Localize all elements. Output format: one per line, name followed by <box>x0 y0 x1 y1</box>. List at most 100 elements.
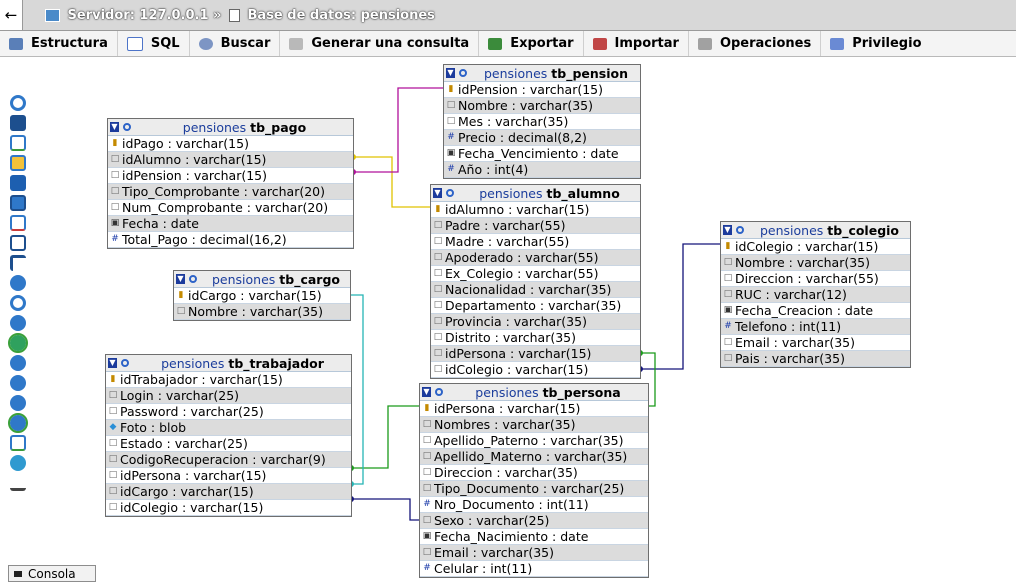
table-column-row[interactable]: ▮ idColegio : varchar(15) <box>721 239 910 255</box>
fullscreen-icon[interactable] <box>10 115 26 131</box>
table-header[interactable]: ▼ pensiones tb_trabajador <box>106 355 351 372</box>
table-column-row[interactable]: □ idColegio : varchar(15) <box>106 500 351 516</box>
table-column-row[interactable]: ▮ idCargo : varchar(15) <box>174 288 350 304</box>
toggle-columns-icon[interactable]: ▼ <box>422 387 431 397</box>
table-column-row[interactable]: □ Num_Comprobante : varchar(20) <box>108 200 353 216</box>
reload-icon[interactable] <box>10 275 26 291</box>
table-options-icon[interactable] <box>189 275 197 283</box>
table-column-row[interactable]: □ Email : varchar(35) <box>721 335 910 351</box>
pin-text-icon[interactable] <box>10 475 26 491</box>
table-tb_colegio[interactable]: ▼ pensiones tb_colegio ▮ idColegio : varc… <box>720 221 911 368</box>
table-column-row[interactable]: ▮ idTrabajador : varchar(15) <box>106 372 351 388</box>
table-column-row[interactable]: □ Nombre : varchar(35) <box>444 98 640 114</box>
table-column-row[interactable]: # Año : int(4) <box>444 162 640 178</box>
table-column-row[interactable]: □ Nombre : varchar(35) <box>721 255 910 271</box>
table-column-row[interactable]: # Precio : decimal(8,2) <box>444 130 640 146</box>
table-column-row[interactable]: □ Direccion : varchar(35) <box>420 465 648 481</box>
tab-import[interactable]: Importar <box>584 31 689 56</box>
back-arrow-icon[interactable]: ← <box>0 0 23 30</box>
toggle-relation-lines-icon[interactable] <box>8 413 28 433</box>
table-header[interactable]: ▼ pensiones tb_alumno <box>431 185 640 202</box>
table-column-row[interactable]: □ Login : varchar(25) <box>106 388 351 404</box>
export-schema-icon[interactable] <box>10 435 26 451</box>
save-as-icon[interactable] <box>10 195 26 211</box>
table-column-row[interactable]: ▣ Fecha_Nacimiento : date <box>420 529 648 545</box>
table-options-icon[interactable] <box>446 189 454 197</box>
table-column-row[interactable]: □ idColegio : varchar(15) <box>431 362 640 378</box>
table-column-row[interactable]: ▣ Fecha_Creacion : date <box>721 303 910 319</box>
table-column-row[interactable]: □ Departamento : varchar(35) <box>431 298 640 314</box>
table-column-row[interactable]: □ idAlumno : varchar(15) <box>108 152 353 168</box>
console-toggle[interactable]: Consola <box>8 565 96 582</box>
table-column-row[interactable]: □ Tipo_Comprobante : varchar(20) <box>108 184 353 200</box>
table-header[interactable]: ▼ pensiones tb_pago <box>108 119 353 136</box>
table-header[interactable]: ▼ pensiones tb_colegio <box>721 222 910 239</box>
table-column-row[interactable]: □ Password : varchar(25) <box>106 404 351 420</box>
table-tb_cargo[interactable]: ▼ pensiones tb_cargo ▮ idCargo : varchar(… <box>173 270 351 321</box>
toggle-columns-icon[interactable]: ▼ <box>108 358 117 368</box>
new-page-icon[interactable] <box>10 135 26 151</box>
table-column-row[interactable]: □ Direccion : varchar(55) <box>721 271 910 287</box>
table-tb_persona[interactable]: ▼ pensiones tb_persona ▮ idPersona : varc… <box>419 383 649 578</box>
help-icon[interactable] <box>10 295 26 311</box>
breadcrumb-server[interactable]: Servidor: 127.0.0.1 <box>68 8 209 23</box>
table-column-row[interactable]: # Nro_Documento : int(11) <box>420 497 648 513</box>
toggle-columns-icon[interactable]: ▼ <box>446 68 455 78</box>
table-column-row[interactable]: □ Mes : varchar(35) <box>444 114 640 130</box>
table-column-row[interactable]: □ Provincia : varchar(35) <box>431 314 640 330</box>
table-column-row[interactable]: # Celular : int(11) <box>420 561 648 577</box>
table-column-row[interactable]: ▮ idPago : varchar(15) <box>108 136 353 152</box>
delete-page-icon[interactable] <box>10 215 26 231</box>
table-column-row[interactable]: □ Distrito : varchar(35) <box>431 330 640 346</box>
tab-export[interactable]: Exportar <box>479 31 584 56</box>
table-column-row[interactable]: □ RUC : varchar(12) <box>721 287 910 303</box>
tab-search[interactable]: Buscar <box>190 31 281 56</box>
toggle-columns-icon[interactable]: ▼ <box>176 274 185 284</box>
table-column-row[interactable]: □ Padre : varchar(55) <box>431 218 640 234</box>
table-list-icon[interactable] <box>10 235 26 251</box>
table-column-row[interactable]: □ Email : varchar(35) <box>420 545 648 561</box>
edit-page-icon[interactable] <box>10 155 26 171</box>
toggle-columns-icon[interactable]: ▼ <box>110 122 119 132</box>
table-column-row[interactable]: # Telefono : int(11) <box>721 319 910 335</box>
table-options-icon[interactable] <box>121 359 129 367</box>
toggle-small-big-icon[interactable] <box>10 375 26 391</box>
table-column-row[interactable]: □ idPension : varchar(15) <box>108 168 353 184</box>
table-column-row[interactable]: ▣ Fecha_Vencimiento : date <box>444 146 640 162</box>
table-options-icon[interactable] <box>736 226 744 234</box>
table-column-row[interactable]: □ Ex_Colegio : varchar(55) <box>431 266 640 282</box>
table-column-row[interactable]: ▮ idPersona : varchar(15) <box>420 401 648 417</box>
table-column-row[interactable]: □ idPersona : varchar(15) <box>106 468 351 484</box>
tab-structure[interactable]: Estructura <box>0 31 118 56</box>
table-column-row[interactable]: □ Apoderado : varchar(55) <box>431 250 640 266</box>
table-column-row[interactable]: □ idPersona : varchar(15) <box>431 346 640 362</box>
table-options-icon[interactable] <box>459 69 467 77</box>
table-header[interactable]: ▼ pensiones tb_pension <box>444 65 640 82</box>
table-header[interactable]: ▼ pensiones tb_cargo <box>174 271 350 288</box>
table-column-row[interactable]: □ Apellido_Materno : varchar(35) <box>420 449 648 465</box>
table-column-row[interactable]: ▮ idAlumno : varchar(15) <box>431 202 640 218</box>
table-column-row[interactable]: □ Apellido_Paterno : varchar(35) <box>420 433 648 449</box>
table-options-icon[interactable] <box>123 123 131 131</box>
table-tb_alumno[interactable]: ▼ pensiones tb_alumno ▮ idAlumno : varcha… <box>430 184 641 379</box>
pdf-icon[interactable] <box>10 395 26 411</box>
tab-operations[interactable]: Operaciones <box>689 31 822 56</box>
toggle-columns-icon[interactable]: ▼ <box>723 225 732 235</box>
snap-grid-icon[interactable] <box>8 333 28 353</box>
table-tb_pago[interactable]: ▼ pensiones tb_pago ▮ idPago : varchar(15… <box>107 118 354 249</box>
table-tb_trabajador[interactable]: ▼ pensiones tb_trabajador ▮ idTrabajador … <box>105 354 352 517</box>
table-column-row[interactable]: ▣ Fecha : date <box>108 216 353 232</box>
tab-query[interactable]: Generar una consulta <box>280 31 480 56</box>
table-column-row[interactable]: □ Sexo : varchar(25) <box>420 513 648 529</box>
tab-privileges[interactable]: Privilegio <box>821 31 930 56</box>
table-column-row[interactable]: □ Nombres : varchar(35) <box>420 417 648 433</box>
table-column-row[interactable]: □ CodigoRecuperacion : varchar(9) <box>106 452 351 468</box>
small-big-all-icon[interactable] <box>10 355 26 371</box>
tab-sql[interactable]: SQL <box>118 31 190 56</box>
table-column-row[interactable]: □ Pais : varchar(35) <box>721 351 910 367</box>
angular-links-icon[interactable] <box>10 315 26 331</box>
table-column-row[interactable]: □ Madre : varchar(55) <box>431 234 640 250</box>
move-menu-icon[interactable] <box>10 455 26 471</box>
table-column-row[interactable]: □ Nacionalidad : varchar(35) <box>431 282 640 298</box>
table-header[interactable]: ▼ pensiones tb_persona <box>420 384 648 401</box>
